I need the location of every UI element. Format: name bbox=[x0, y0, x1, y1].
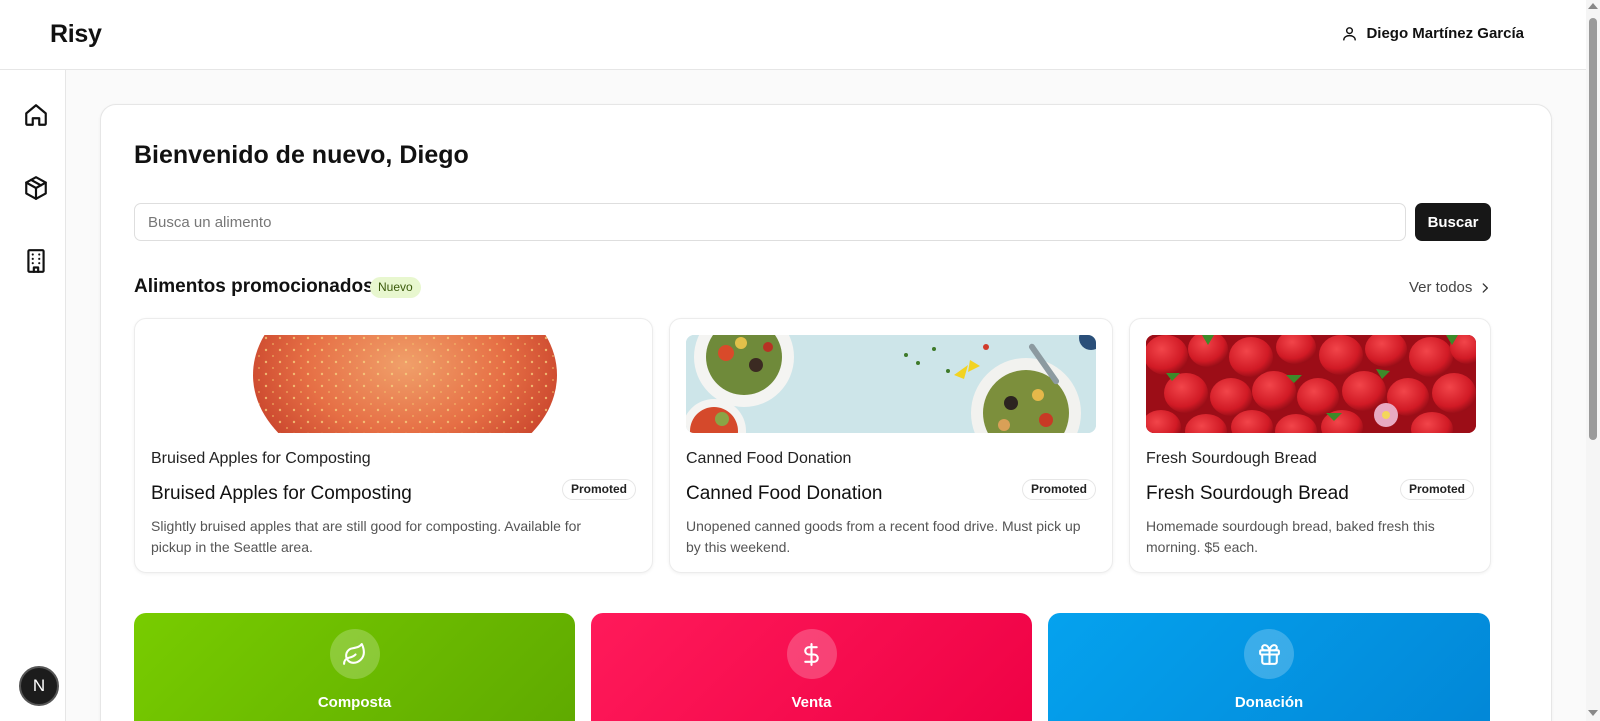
sidebar-item-home[interactable] bbox=[22, 101, 50, 129]
food-title: Bruised Apples for Composting bbox=[151, 483, 412, 504]
search-input[interactable] bbox=[134, 203, 1406, 241]
app-logo[interactable]: Risy bbox=[50, 20, 102, 49]
apple-image bbox=[253, 335, 557, 433]
food-description-line: Slightly bruised apples that are still g… bbox=[151, 518, 582, 534]
food-description-line: pickup in the Seattle area. bbox=[151, 539, 313, 555]
strawberry-image bbox=[1146, 335, 1476, 433]
user-menu[interactable]: Diego Martínez García bbox=[1341, 25, 1524, 42]
food-subtitle: Canned Food Donation bbox=[686, 450, 852, 467]
dollar-icon bbox=[786, 629, 837, 679]
section-title: Alimentos promocionados bbox=[134, 276, 374, 297]
top-bar: Risy Diego Martínez García bbox=[0, 0, 1586, 70]
food-description-line: by this weekend. bbox=[686, 539, 791, 555]
food-description: Homemade sourdough bread, baked fresh th… bbox=[1146, 516, 1435, 558]
scroll-thumb[interactable] bbox=[1589, 18, 1597, 440]
home-icon bbox=[25, 104, 47, 126]
food-subtitle: Fresh Sourdough Bread bbox=[1146, 450, 1317, 467]
main-area: Bienvenido de nuevo, Diego Buscar Alimen… bbox=[66, 70, 1586, 721]
gift-icon bbox=[1244, 629, 1294, 679]
action-label: Composta bbox=[317, 694, 392, 711]
food-image-canned bbox=[686, 335, 1096, 433]
page-title: Bienvenido de nuevo, Diego bbox=[134, 141, 469, 169]
food-card-bread[interactable]: Fresh Sourdough Bread Fresh Sourdough Br… bbox=[1129, 318, 1491, 573]
action-label: Donación bbox=[1234, 694, 1304, 711]
food-description-line: morning. $5 each. bbox=[1146, 539, 1259, 555]
leaf-icon bbox=[329, 629, 380, 679]
see-all-link[interactable]: Ver todos bbox=[1409, 279, 1492, 296]
promoted-badge: Promoted bbox=[1021, 479, 1096, 500]
food-description-line: Unopened canned goods from a recent food… bbox=[686, 518, 1081, 534]
sidebar-item-organizations[interactable] bbox=[22, 247, 50, 275]
food-subtitle: Bruised Apples for Composting bbox=[151, 450, 371, 467]
food-title: Canned Food Donation bbox=[686, 483, 883, 504]
food-image-apples bbox=[151, 335, 638, 433]
new-badge: Nuevo bbox=[370, 277, 421, 298]
action-card-sale[interactable]: Venta bbox=[591, 613, 1032, 721]
promoted-badge: Promoted bbox=[561, 479, 636, 500]
food-card-canned[interactable]: Canned Food Donation Canned Food Donatio… bbox=[669, 318, 1113, 573]
search-button[interactable]: Buscar bbox=[1415, 203, 1491, 241]
sidebar: N bbox=[0, 70, 66, 721]
dev-badge[interactable]: N bbox=[19, 666, 59, 706]
sidebar-item-products[interactable] bbox=[22, 174, 50, 202]
salad-image bbox=[686, 335, 1096, 433]
building-icon bbox=[27, 249, 45, 273]
promoted-badge: Promoted bbox=[1399, 479, 1474, 500]
dashboard-panel: Bienvenido de nuevo, Diego Buscar Alimen… bbox=[100, 104, 1552, 721]
see-all-label: Ver todos bbox=[1409, 279, 1473, 296]
food-image-bread bbox=[1146, 335, 1476, 433]
food-title: Fresh Sourdough Bread bbox=[1146, 483, 1349, 504]
user-name: Diego Martínez García bbox=[1366, 25, 1524, 42]
user-icon bbox=[1343, 27, 1357, 41]
action-card-compost[interactable]: Composta bbox=[134, 613, 575, 721]
scroll-up-arrow[interactable] bbox=[1588, 3, 1598, 9]
action-label: Venta bbox=[791, 694, 832, 711]
package-icon bbox=[25, 176, 47, 200]
scroll-down-arrow[interactable] bbox=[1588, 710, 1598, 716]
page-scrollbar[interactable] bbox=[1586, 0, 1600, 721]
food-card-apples[interactable]: Bruised Apples for Composting Bruised Ap… bbox=[134, 318, 653, 573]
food-description: Slightly bruised apples that are still g… bbox=[151, 516, 581, 558]
food-description-line: Homemade sourdough bread, baked fresh th… bbox=[1146, 518, 1435, 534]
action-card-donation[interactable]: Donación bbox=[1048, 613, 1490, 721]
chevron-right-icon bbox=[1482, 282, 1489, 293]
food-description: Unopened canned goods from a recent food… bbox=[686, 516, 1081, 558]
